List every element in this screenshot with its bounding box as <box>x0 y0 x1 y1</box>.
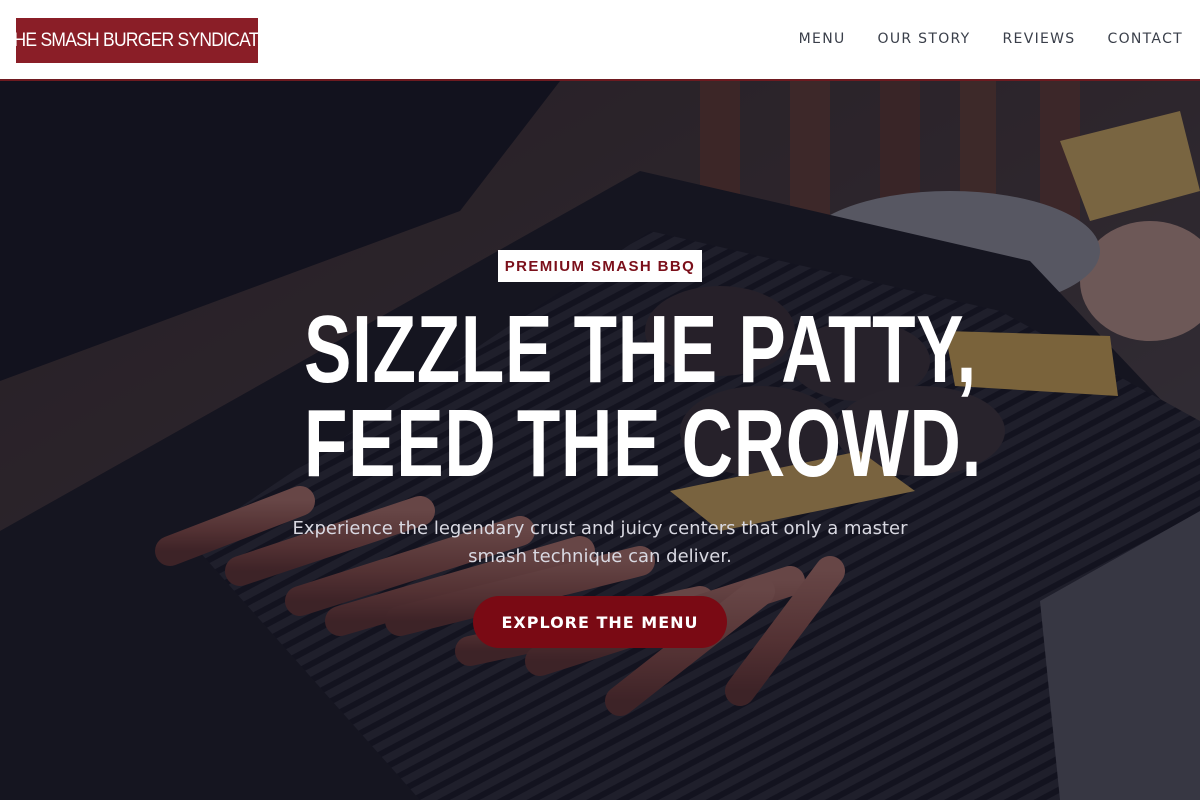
nav-item-reviews[interactable]: REVIEWS <box>1003 31 1076 47</box>
site-header: THE SMASH BURGER SYNDICATE MENU OUR STOR… <box>0 0 1200 81</box>
hero-section: PREMIUM SMASH BBQ SIZZLE THE PATTY, FEED… <box>0 81 1200 800</box>
nav-item-menu[interactable]: MENU <box>799 31 846 47</box>
hero-title-line-1: SIZZLE THE PATTY, <box>304 296 977 403</box>
hero-subtitle: Experience the legendary crust and juicy… <box>292 518 908 567</box>
hero-badge: PREMIUM SMASH BBQ <box>498 250 702 282</box>
main-nav: MENU OUR STORY REVIEWS CONTACT <box>799 31 1183 47</box>
brand-logo[interactable]: THE SMASH BURGER SYNDICATE <box>4 18 271 63</box>
nav-item-our-story[interactable]: OUR STORY <box>878 31 971 47</box>
hero-title: SIZZLE THE PATTY, FEED THE CROWD. <box>200 296 1000 497</box>
brand-name: THE SMASH BURGER SYNDICATE <box>3 29 271 51</box>
explore-menu-button[interactable]: EXPLORE THE MENU <box>473 596 727 648</box>
nav-item-contact[interactable]: CONTACT <box>1108 31 1184 47</box>
hero-title-line-2: FEED THE CROWD. <box>304 390 983 497</box>
